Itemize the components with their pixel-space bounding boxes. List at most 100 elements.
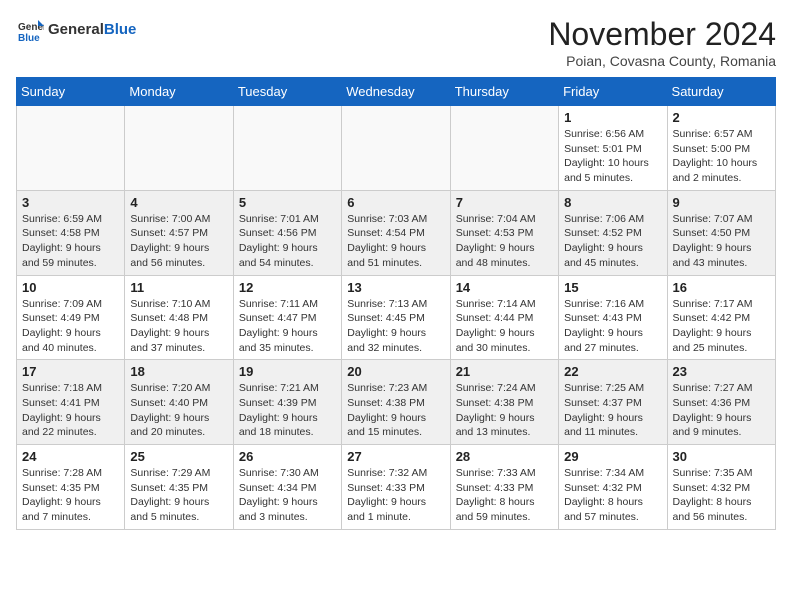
day-info: Sunrise: 7:23 AM Sunset: 4:38 PM Dayligh…	[347, 381, 444, 440]
day-info: Sunrise: 7:27 AM Sunset: 4:36 PM Dayligh…	[673, 381, 770, 440]
day-number: 8	[564, 195, 661, 210]
calendar-cell: 16 Sunrise: 7:17 AM Sunset: 4:42 PM Dayli…	[667, 275, 775, 360]
calendar-cell: 22 Sunrise: 7:25 AM Sunset: 4:37 PM Dayli…	[559, 360, 667, 445]
day-info: Sunrise: 7:10 AM Sunset: 4:48 PM Dayligh…	[130, 297, 227, 356]
day-number: 20	[347, 364, 444, 379]
day-info: Sunrise: 7:17 AM Sunset: 4:42 PM Dayligh…	[673, 297, 770, 356]
day-info: Sunrise: 7:07 AM Sunset: 4:50 PM Dayligh…	[673, 212, 770, 271]
day-info: Sunrise: 7:24 AM Sunset: 4:38 PM Dayligh…	[456, 381, 553, 440]
day-number: 9	[673, 195, 770, 210]
day-info: Sunrise: 7:29 AM Sunset: 4:35 PM Dayligh…	[130, 466, 227, 525]
day-info: Sunrise: 6:59 AM Sunset: 4:58 PM Dayligh…	[22, 212, 119, 271]
calendar-cell: 17Sunrise: 7:18 AM Sunset: 4:41 PM Dayli…	[17, 360, 125, 445]
day-info: Sunrise: 7:03 AM Sunset: 4:54 PM Dayligh…	[347, 212, 444, 271]
calendar: SundayMondayTuesdayWednesdayThursdayFrid…	[16, 77, 776, 530]
calendar-cell: 25 Sunrise: 7:29 AM Sunset: 4:35 PM Dayli…	[125, 445, 233, 530]
day-number: 28	[456, 449, 553, 464]
day-info: Sunrise: 7:00 AM Sunset: 4:57 PM Dayligh…	[130, 212, 227, 271]
day-number: 23	[673, 364, 770, 379]
calendar-cell	[342, 106, 450, 191]
day-info: Sunrise: 7:09 AM Sunset: 4:49 PM Dayligh…	[22, 297, 119, 356]
calendar-cell: 24 Sunrise: 7:28 AM Sunset: 4:35 PM Dayli…	[17, 445, 125, 530]
calendar-week-1: 1Sunrise: 6:56 AM Sunset: 5:01 PM Daylig…	[17, 106, 776, 191]
day-info: Sunrise: 7:11 AM Sunset: 4:47 PM Dayligh…	[239, 297, 336, 356]
day-number: 7	[456, 195, 553, 210]
day-number: 16	[673, 280, 770, 295]
calendar-cell: 9 Sunrise: 7:07 AM Sunset: 4:50 PM Daylig…	[667, 190, 775, 275]
title-area: November 2024 Poian, Covasna County, Rom…	[548, 16, 776, 69]
day-number: 24	[22, 449, 119, 464]
day-number: 4	[130, 195, 227, 210]
day-info: Sunrise: 7:32 AM Sunset: 4:33 PM Dayligh…	[347, 466, 444, 525]
day-info: Sunrise: 7:14 AM Sunset: 4:44 PM Dayligh…	[456, 297, 553, 356]
calendar-cell: 10 Sunrise: 7:09 AM Sunset: 4:49 PM Dayli…	[17, 275, 125, 360]
calendar-week-3: 10 Sunrise: 7:09 AM Sunset: 4:49 PM Dayli…	[17, 275, 776, 360]
weekday-header-monday: Monday	[125, 78, 233, 106]
calendar-cell: 4 Sunrise: 7:00 AM Sunset: 4:57 PM Daylig…	[125, 190, 233, 275]
day-info: Sunrise: 7:28 AM Sunset: 4:35 PM Dayligh…	[22, 466, 119, 525]
location: Poian, Covasna County, Romania	[548, 53, 776, 69]
day-info: Sunrise: 7:30 AM Sunset: 4:34 PM Dayligh…	[239, 466, 336, 525]
calendar-cell	[17, 106, 125, 191]
day-info: Sunrise: 7:13 AM Sunset: 4:45 PM Dayligh…	[347, 297, 444, 356]
day-info: Sunrise: 7:35 AM Sunset: 4:32 PM Dayligh…	[673, 466, 770, 525]
day-number: 1	[564, 110, 661, 125]
day-info: Sunrise: 7:33 AM Sunset: 4:33 PM Dayligh…	[456, 466, 553, 525]
day-number: 10	[22, 280, 119, 295]
weekday-header-saturday: Saturday	[667, 78, 775, 106]
day-info: Sunrise: 7:06 AM Sunset: 4:52 PM Dayligh…	[564, 212, 661, 271]
day-info: Sunrise: 7:34 AM Sunset: 4:32 PM Dayligh…	[564, 466, 661, 525]
day-number: 26	[239, 449, 336, 464]
day-number: 30	[673, 449, 770, 464]
calendar-week-2: 3 Sunrise: 6:59 AM Sunset: 4:58 PM Daylig…	[17, 190, 776, 275]
day-number: 12	[239, 280, 336, 295]
day-number: 6	[347, 195, 444, 210]
day-number: 3	[22, 195, 119, 210]
calendar-cell: 1Sunrise: 6:56 AM Sunset: 5:01 PM Daylig…	[559, 106, 667, 191]
day-number: 2	[673, 110, 770, 125]
calendar-cell: 5Sunrise: 7:01 AM Sunset: 4:56 PM Daylig…	[233, 190, 341, 275]
day-number: 5	[239, 195, 336, 210]
calendar-cell: 21 Sunrise: 7:24 AM Sunset: 4:38 PM Dayli…	[450, 360, 558, 445]
calendar-cell: 13Sunrise: 7:13 AM Sunset: 4:45 PM Dayli…	[342, 275, 450, 360]
calendar-cell: 27Sunrise: 7:32 AM Sunset: 4:33 PM Dayli…	[342, 445, 450, 530]
logo-blue-text: Blue	[104, 21, 137, 38]
day-number: 21	[456, 364, 553, 379]
calendar-cell: 6 Sunrise: 7:03 AM Sunset: 4:54 PM Daylig…	[342, 190, 450, 275]
day-info: Sunrise: 7:18 AM Sunset: 4:41 PM Dayligh…	[22, 381, 119, 440]
day-number: 19	[239, 364, 336, 379]
calendar-cell	[233, 106, 341, 191]
day-info: Sunrise: 7:16 AM Sunset: 4:43 PM Dayligh…	[564, 297, 661, 356]
day-number: 15	[564, 280, 661, 295]
svg-text:Blue: Blue	[18, 33, 40, 44]
calendar-cell: 26 Sunrise: 7:30 AM Sunset: 4:34 PM Dayli…	[233, 445, 341, 530]
calendar-cell	[450, 106, 558, 191]
calendar-cell: 14 Sunrise: 7:14 AM Sunset: 4:44 PM Dayli…	[450, 275, 558, 360]
day-number: 14	[456, 280, 553, 295]
day-info: Sunrise: 7:21 AM Sunset: 4:39 PM Dayligh…	[239, 381, 336, 440]
calendar-cell: 19 Sunrise: 7:21 AM Sunset: 4:39 PM Dayli…	[233, 360, 341, 445]
day-number: 18	[130, 364, 227, 379]
day-info: Sunrise: 7:04 AM Sunset: 4:53 PM Dayligh…	[456, 212, 553, 271]
calendar-cell: 8 Sunrise: 7:06 AM Sunset: 4:52 PM Daylig…	[559, 190, 667, 275]
weekday-header-tuesday: Tuesday	[233, 78, 341, 106]
day-info: Sunrise: 7:25 AM Sunset: 4:37 PM Dayligh…	[564, 381, 661, 440]
logo: General Blue GeneralBlue	[16, 16, 136, 44]
calendar-cell: 29Sunrise: 7:34 AM Sunset: 4:32 PM Dayli…	[559, 445, 667, 530]
day-number: 25	[130, 449, 227, 464]
calendar-cell	[125, 106, 233, 191]
calendar-cell: 7 Sunrise: 7:04 AM Sunset: 4:53 PM Daylig…	[450, 190, 558, 275]
calendar-cell: 11Sunrise: 7:10 AM Sunset: 4:48 PM Dayli…	[125, 275, 233, 360]
calendar-cell: 20 Sunrise: 7:23 AM Sunset: 4:38 PM Dayli…	[342, 360, 450, 445]
calendar-cell: 28 Sunrise: 7:33 AM Sunset: 4:33 PM Dayli…	[450, 445, 558, 530]
weekday-header-friday: Friday	[559, 78, 667, 106]
weekday-header-sunday: Sunday	[17, 78, 125, 106]
logo-general-text: General	[48, 21, 104, 38]
weekday-header-wednesday: Wednesday	[342, 78, 450, 106]
calendar-cell: 18Sunrise: 7:20 AM Sunset: 4:40 PM Dayli…	[125, 360, 233, 445]
day-number: 22	[564, 364, 661, 379]
calendar-cell: 12 Sunrise: 7:11 AM Sunset: 4:47 PM Dayli…	[233, 275, 341, 360]
day-info: Sunrise: 6:57 AM Sunset: 5:00 PM Dayligh…	[673, 127, 770, 186]
calendar-week-5: 24 Sunrise: 7:28 AM Sunset: 4:35 PM Dayli…	[17, 445, 776, 530]
calendar-cell: 23 Sunrise: 7:27 AM Sunset: 4:36 PM Dayli…	[667, 360, 775, 445]
